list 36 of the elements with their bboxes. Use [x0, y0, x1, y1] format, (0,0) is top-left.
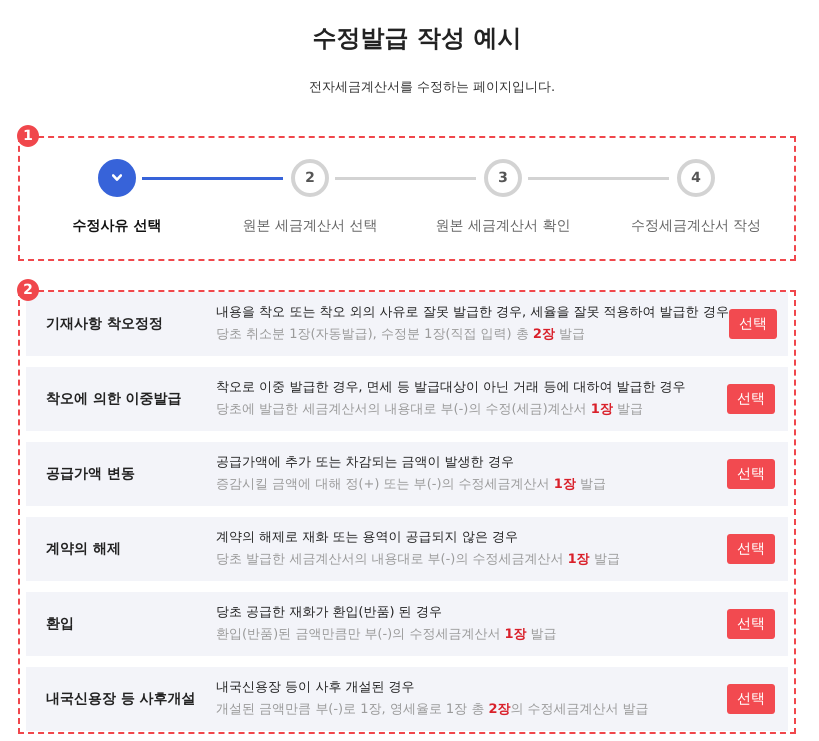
- step-label: 수정사유 선택: [72, 217, 162, 236]
- reason-title: 환입: [46, 615, 75, 633]
- reason-detail: 개설된 금액만큼 부(-)로 1장, 영세율로 1장 총 2장의 수정세금계산서 발급: [216, 701, 650, 719]
- reason-description: 공급가액에 추가 또는 차감되는 금액이 발생한 경우: [216, 454, 515, 472]
- reason-description: 착오로 이중 발급한 경우, 면세 등 발급대상이 아닌 거래 등에 대하여 발급한 경우: [216, 379, 687, 397]
- reason-description: 당초 공급한 재화가 환입(반품) 된 경우: [216, 604, 443, 622]
- select-button[interactable]: 선택: [727, 534, 775, 564]
- page-title: 수정발급 작성 예시: [312, 23, 522, 54]
- reason-detail: 당초에 발급한 세금계산서의 내용대로 부(-)의 수정(세금)계산서 1장 발급: [216, 401, 644, 419]
- step-label: 원본 세금계산서 확인: [436, 217, 570, 236]
- reason-description: 내용을 착오 또는 착오 외의 사유로 잘못 발급한 경우, 세율을 잘못 적용하여 발급한 경우: [216, 304, 729, 322]
- reason-detail: 당초 발급한 세금계산서의 내용대로 부(-)의 수정세금계산서 1장 발급: [216, 551, 621, 569]
- reason-title: 계약의 해제: [46, 540, 122, 558]
- select-button[interactable]: 선택: [727, 684, 775, 714]
- select-button[interactable]: 선택: [728, 309, 777, 339]
- reason-title: 공급가액 변동: [46, 465, 136, 483]
- reason-detail: 당초 취소분 1장(자동발급), 수정분 1장(직접 입력) 총 2장 발급: [216, 326, 586, 344]
- step-circle: 4: [677, 159, 715, 197]
- number-badge: 2: [17, 279, 39, 301]
- reason-title: 내국신용장 등 사후개설: [46, 690, 197, 708]
- select-button[interactable]: 선택: [727, 609, 775, 639]
- step-label: 원본 세금계산서 선택: [242, 217, 378, 236]
- reason-title: 착오에 의한 이중발급: [46, 390, 183, 408]
- select-button[interactable]: 선택: [727, 459, 775, 489]
- reason-description: 계약의 해제로 재화 또는 용역이 공급되지 않은 경우: [216, 529, 519, 547]
- reason-detail: 환입(반품)된 금액만큼만 부(-)의 수정세금계산서 1장 발급: [216, 626, 558, 644]
- select-button[interactable]: 선택: [727, 384, 775, 414]
- number-badge: 1: [17, 125, 39, 147]
- step-label: 수정세금계산서 작성: [630, 217, 762, 236]
- page-subtitle: 전자세금계산서를 수정하는 페이지입니다.: [308, 80, 556, 96]
- step-circle: 3: [484, 159, 522, 197]
- reason-title: 기재사항 착오정정: [46, 315, 164, 333]
- chevron-down-icon: [112, 174, 122, 182]
- reason-description: 내국신용장 등이 사후 개설된 경우: [216, 679, 416, 697]
- step-circle: 2: [291, 159, 329, 197]
- reason-detail: 증감시킬 금액에 대해 정(+) 또는 부(-)의 수정세금계산서 1장 발급: [216, 476, 607, 494]
